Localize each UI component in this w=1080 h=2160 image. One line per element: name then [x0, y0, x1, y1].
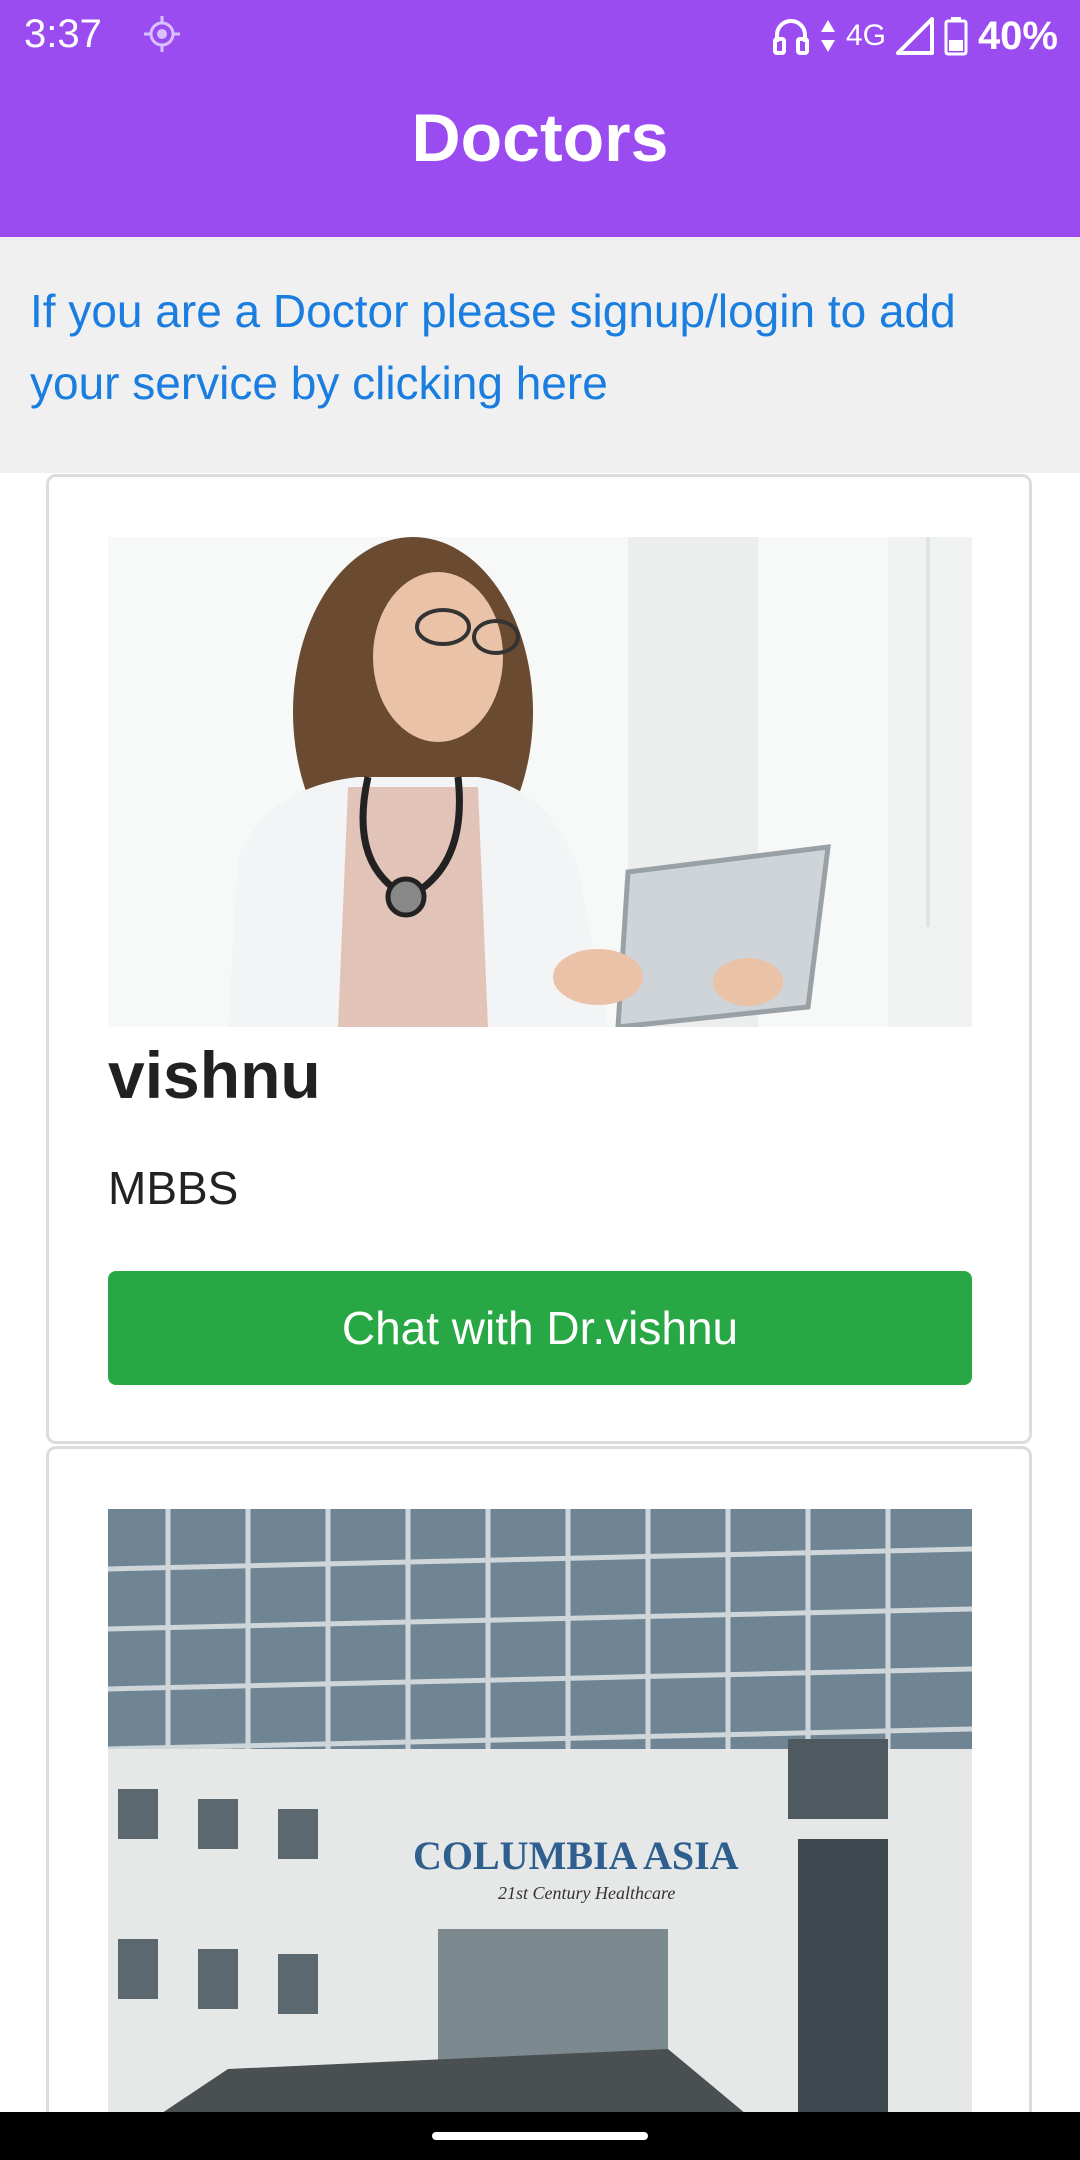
home-gesture-handle[interactable]: [432, 2132, 648, 2140]
data-arrows-icon: [820, 20, 835, 52]
hospital-building-photo: COLUMBIA ASIA 21st Century Healthcare: [108, 1509, 972, 2143]
chat-with-doctor-button[interactable]: Chat with Dr.vishnu: [108, 1271, 972, 1385]
doctor-card: vishnu MBBS Chat with Dr.vishnu: [46, 474, 1032, 1444]
status-icons: 4G 40%: [772, 10, 1058, 62]
doctor-photo: [108, 537, 972, 1027]
hospital-sign: COLUMBIA ASIA: [413, 1833, 739, 1878]
doctor-signup-banner[interactable]: If you are a Doctor please signup/login …: [0, 237, 1080, 473]
doctor-name: vishnu: [108, 1038, 321, 1112]
headset-icon: [772, 19, 809, 55]
page-title: Doctors: [411, 100, 669, 176]
navigation-bar: [0, 2112, 1080, 2160]
app-bar: Doctors: [0, 72, 1080, 237]
location-icon: [144, 16, 180, 52]
doctor-card: COLUMBIA ASIA 21st Century Healthcare: [46, 1446, 1032, 2146]
network-type: 4G: [845, 19, 886, 52]
battery-percent: 40%: [977, 13, 1058, 58]
doctor-signup-link[interactable]: If you are a Doctor please signup/login …: [30, 275, 1030, 419]
status-time: 3:37: [24, 12, 102, 56]
status-bar: 3:37 4G 40%: [0, 0, 1080, 72]
signal-icon: [895, 17, 934, 55]
hospital-sign-tagline: 21st Century Healthcare: [498, 1883, 675, 1903]
battery-icon: [944, 17, 968, 56]
doctor-qualification: MBBS: [108, 1162, 239, 1214]
